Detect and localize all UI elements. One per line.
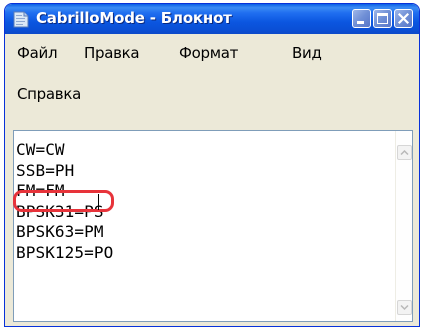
- arrow-up-icon: [400, 149, 409, 156]
- text-line: BPSK125=PO: [16, 242, 114, 262]
- notepad-icon[interactable]: [13, 11, 29, 28]
- arrow-down-icon: [400, 304, 409, 311]
- menu-format[interactable]: Формат: [179, 44, 238, 62]
- minimize-button[interactable]: [352, 9, 371, 28]
- scroll-up-button[interactable]: [397, 145, 412, 160]
- text-line: SSB=PH: [16, 160, 75, 180]
- menu-view[interactable]: Вид: [292, 44, 322, 62]
- window-title: CabrilloMode - Блокнот: [36, 9, 232, 27]
- menu-help[interactable]: Справка: [17, 85, 81, 103]
- close-icon: [397, 12, 410, 25]
- minimize-icon: [357, 21, 364, 24]
- notepad-window: CabrilloMode - Блокнот Файл Правка Форма…: [4, 3, 420, 327]
- text-line: CW=CW: [16, 140, 65, 159]
- text-editor[interactable]: CW=CW SSB=PH FM=FM BPSK31=PS BPSK63=PM B…: [13, 130, 413, 322]
- title-bar[interactable]: CabrilloMode - Блокнот: [5, 4, 419, 34]
- vertical-scrollbar[interactable]: [395, 131, 412, 321]
- menu-bar: Файл Правка Формат Вид Справка: [8, 34, 416, 126]
- text-line: BPSK63=PM: [16, 222, 104, 241]
- menu-edit[interactable]: Правка: [84, 44, 140, 62]
- maximize-icon: [377, 13, 388, 24]
- maximize-button[interactable]: [373, 9, 392, 28]
- close-button[interactable]: [394, 9, 413, 28]
- scroll-down-button[interactable]: [397, 300, 412, 315]
- menu-file[interactable]: Файл: [17, 44, 58, 62]
- text-caret: [98, 194, 99, 210]
